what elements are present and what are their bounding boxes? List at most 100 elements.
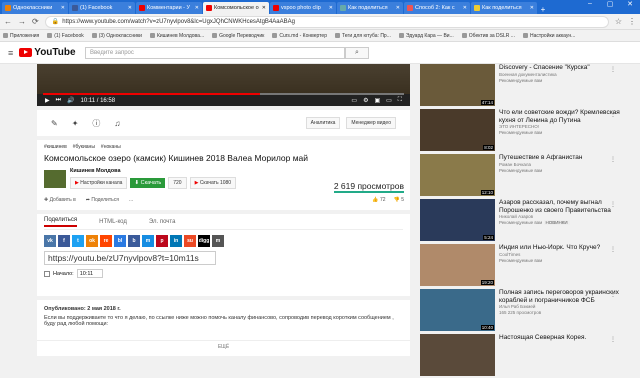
share-button[interactable]: ➦ Поделиться [86,197,119,203]
social-vk-icon[interactable]: vk [44,235,56,247]
more-options-icon[interactable]: ⋮ [610,246,616,253]
bookmark-item[interactable]: Обектив за DSLR ... [461,33,515,39]
channel-settings-button[interactable]: ▶ Настройки канала [70,177,128,189]
video-thumbnail[interactable] [420,334,495,376]
audio-icon[interactable]: ♫ [114,119,120,128]
bookmark-item[interactable]: Google Переводчик [212,33,264,39]
more-button[interactable]: ... [129,197,133,203]
bookmark-item[interactable]: Настройки аккаун... [522,33,575,39]
more-options-icon[interactable]: ⋮ [610,66,616,73]
hashtag[interactable]: #ноканы [101,144,121,150]
settings-icon[interactable]: ⚙ [363,97,368,104]
forward-icon[interactable]: → [18,17,26,26]
social-su-icon[interactable]: su [184,235,196,247]
subtitles-icon[interactable]: ▭ [351,97,357,104]
edit-icon[interactable]: ✎ [51,119,58,128]
recommended-video[interactable]: 19:20 Индия или Нью-Йорк. Что Круче? CoolT… [420,244,620,288]
start-time-input[interactable]: 10:11 [76,269,103,278]
browser-tab[interactable]: Как поделиться ✕ [337,2,403,14]
more-options-icon[interactable]: ⋮ [610,201,616,208]
menu-icon[interactable]: ⋮ [628,17,636,26]
social-re-icon[interactable]: re [100,235,112,247]
social-m-icon[interactable]: m [212,235,224,247]
volume-icon[interactable]: 🔊 [67,97,74,104]
reload-icon[interactable]: ⟳ [32,17,39,26]
bookmark-item[interactable]: (1) Facebook [47,33,84,39]
info-icon[interactable]: ⓘ [92,118,100,129]
hamburger-icon[interactable]: ≡ [8,48,13,58]
share-link-field[interactable]: https://youtu.be/zU7nyvlpov8?t=10m11s [44,251,216,265]
share-tab[interactable]: Поделиться [44,217,78,227]
social-t-icon[interactable]: t [72,235,84,247]
show-more-button[interactable]: ЕЩЁ [37,340,410,350]
miniplayer-icon[interactable]: ▣ [374,97,380,104]
recommended-video[interactable]: 10:40 Полная запись переговоров украински… [420,289,620,333]
social-b-icon[interactable]: b [128,235,140,247]
bookmark-item[interactable]: Приложения [3,33,39,39]
video-thumbnail[interactable]: 10:40 [420,289,495,331]
social-ok-icon[interactable]: ok [86,235,98,247]
social-bl-icon[interactable]: bl [114,235,126,247]
recommended-video[interactable]: 5:24 Азаров рассказал, почему выгнал Поро… [420,199,620,243]
close-window-icon[interactable]: ✕ [620,0,640,12]
more-options-icon[interactable]: ⋮ [610,291,616,298]
video-thumbnail[interactable]: 8:02 [420,109,495,151]
youtube-logo[interactable]: YouTube [19,47,76,58]
recommended-video[interactable]: 12:10 Путешествие в Афганистан Роман Бочка… [420,154,620,198]
play-icon[interactable]: ▶ [45,97,50,104]
more-options-icon[interactable]: ⋮ [610,336,616,343]
hashtag[interactable]: #букианы [73,144,95,150]
video-title[interactable]: Настоящая Северная Корея. [499,334,586,342]
hashtag[interactable]: #кишинев [44,144,67,150]
share-tab[interactable]: HTML-код [99,219,127,225]
quality-dropdown[interactable]: 720 [168,177,187,189]
social-in-icon[interactable]: in [170,235,182,247]
minimize-icon[interactable]: – [580,0,600,12]
tab-close-icon[interactable]: ✕ [61,5,65,11]
video-manager-button[interactable]: Менеджер видео [346,117,396,129]
new-tab-icon[interactable]: + [538,5,548,14]
search-input[interactable]: Введите запрос [85,47,345,59]
add-to-button[interactable]: ✚ Добавить в [44,197,76,203]
like-button[interactable]: 👍 72 [372,197,385,203]
magic-icon[interactable]: ✦ [72,119,79,128]
recommended-video[interactable]: Настоящая Северная Корея. ⋮ [420,334,620,378]
video-thumbnail[interactable]: 47:14 [420,64,495,106]
channel-avatar[interactable] [44,169,66,188]
download-green-button[interactable]: ⬇ Скачать [130,178,166,188]
next-icon[interactable]: ⏭ [56,97,61,104]
more-options-icon[interactable]: ⋮ [610,111,616,118]
browser-tab[interactable]: Одноклассники ✕ [2,2,68,14]
tab-close-icon[interactable]: ✕ [463,5,467,11]
channel-name[interactable]: Кишинев Молдова [70,168,236,174]
tab-close-icon[interactable]: ✕ [128,5,132,11]
tab-close-icon[interactable]: ✕ [195,5,199,11]
social-m-icon[interactable]: m [142,235,154,247]
video-title[interactable]: Индия или Нью-Йорк. Что Круче? [499,244,600,252]
recommended-video[interactable]: 8:02 Что ели советские вожди? Кремлевская… [420,109,620,153]
recommended-video[interactable]: 47:14 Discovery - Спасение "Курска" Военна… [420,64,620,108]
video-title[interactable]: Что ели советские вожди? Кремлевская кух… [499,109,620,124]
bookmark-item[interactable]: Теги для ютуба: Пр... [334,33,391,39]
video-thumbnail[interactable]: 12:10 [420,154,495,196]
analytics-button[interactable]: Аналитика [305,117,341,129]
social-p-icon[interactable]: p [156,235,168,247]
video-title[interactable]: Путешествие в Афганистан [499,154,582,162]
browser-tab[interactable]: vspoo photo clip ✕ [270,2,336,14]
tab-close-icon[interactable]: ✕ [329,5,333,11]
star-icon[interactable]: ☆ [615,17,622,26]
bookmark-item[interactable]: Кишинев Молдова... [149,33,204,39]
video-player[interactable]: ▶ ⏭ 🔊 10:11 / 16:58 ▭ ⚙ ▣ ▭ ⛶ [37,64,410,106]
url-field[interactable]: 🔒 https://www.youtube.com/watch?v=zU7nyvl… [44,15,609,28]
video-thumbnail[interactable]: 5:24 [420,199,495,241]
browser-tab[interactable]: (1) Facebook ✕ [69,2,135,14]
video-thumbnail[interactable]: 19:20 [420,244,495,286]
tab-close-icon[interactable]: ✕ [530,5,534,11]
bookmark-item[interactable]: Эдуард Кара — Ви... [398,33,454,39]
video-title[interactable]: Азаров рассказал, почему выгнал Порошенк… [499,199,620,214]
browser-tab[interactable]: Комсомольское о ✕ [203,2,269,14]
bookmark-item[interactable]: Curs.md - Конвертер [272,33,327,39]
tab-close-icon[interactable]: ✕ [262,5,266,11]
theater-icon[interactable]: ▭ [386,97,392,104]
search-button[interactable]: ⌕ [345,47,369,59]
